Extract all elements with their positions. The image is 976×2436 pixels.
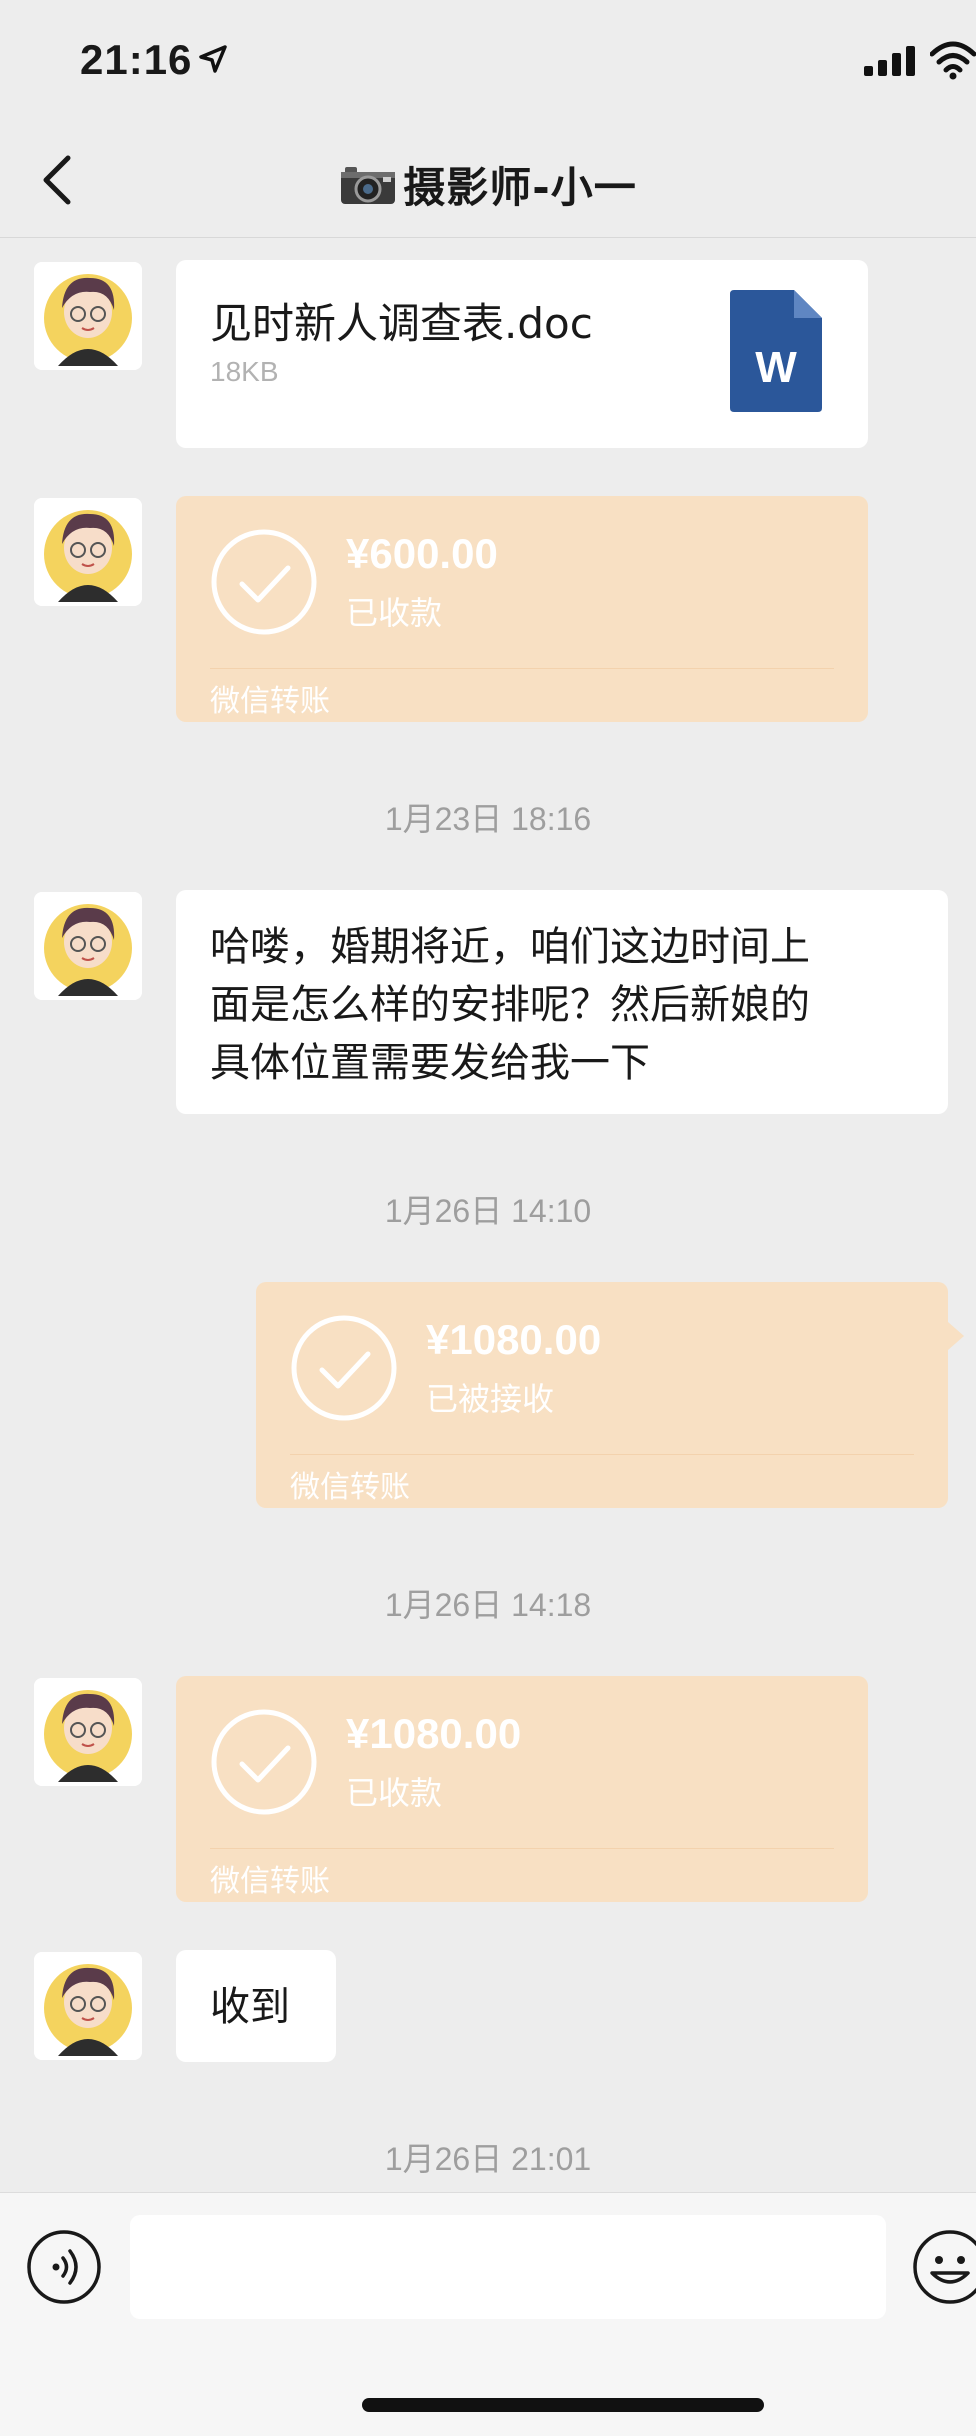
transfer-message-sent[interactable]: ¥1080.00 已被接收 微信转账 [256, 1282, 948, 1508]
chat-title: 摄影师-小一 [0, 154, 976, 215]
transfer-message-received[interactable]: ¥1080.00 已收款 微信转账 [176, 1676, 868, 1902]
status-bar: 21:16 [0, 0, 976, 120]
location-arrow-icon [199, 45, 227, 73]
transfer-status: 已收款 [346, 594, 443, 632]
chat-title-text: 摄影师-小一 [403, 163, 637, 212]
contact-avatar[interactable] [34, 892, 142, 1000]
bubble-tail [948, 1322, 964, 1350]
avatar-image [34, 1678, 142, 1786]
message-line: 收到 [210, 1984, 290, 2030]
timestamp: 1月23日 18:16 [384, 801, 592, 837]
transfer-divider [210, 668, 834, 669]
file-name: 见时新人调查表.doc [210, 299, 593, 348]
word-icon-letter: W [755, 343, 797, 392]
wifi-icon [930, 41, 976, 80]
avatar-image [34, 892, 142, 1000]
transfer-amount: ¥600.00 [346, 530, 498, 577]
timestamp: 1月26日 14:10 [384, 1193, 592, 1229]
avatar-image [34, 498, 142, 606]
contact-avatar[interactable] [34, 498, 142, 606]
file-size: 18KB [210, 356, 279, 387]
contact-avatar[interactable] [34, 1678, 142, 1786]
message-line: 哈喽，婚期将近，咱们这边时间上 [210, 924, 810, 970]
text-message[interactable]: 哈喽，婚期将近，咱们这边时间上 面是怎么样的安排呢？然后新娘的 具体位置需要发给… [176, 890, 948, 1114]
checkmark-circle-icon [291, 1315, 397, 1421]
transfer-status: 已收款 [346, 1774, 443, 1812]
avatar-image [34, 1952, 142, 2060]
message-line: 具体位置需要发给我一下 [210, 1040, 650, 1086]
file-message[interactable]: 见时新人调查表.doc 18KB W [176, 260, 868, 448]
voice-icon[interactable] [26, 2229, 102, 2305]
transfer-amount: ¥1080.00 [346, 1710, 522, 1757]
message-input[interactable] [130, 2215, 886, 2319]
camera-emoji-icon [341, 167, 396, 204]
avatar-image [34, 262, 142, 370]
home-indicator[interactable] [362, 2398, 764, 2412]
transfer-status: 已被接收 [426, 1380, 555, 1418]
timestamp: 1月26日 14:18 [384, 1587, 592, 1623]
transfer-amount: ¥1080.00 [426, 1316, 602, 1363]
checkmark-circle-icon [211, 1709, 317, 1815]
cellular-signal-icon [864, 46, 915, 76]
transfer-divider [210, 1848, 834, 1849]
message-line: 面是怎么样的安排呢？然后新娘的 [210, 982, 810, 1028]
contact-avatar[interactable] [34, 1952, 142, 2060]
emoji-icon[interactable] [912, 2229, 976, 2305]
contact-avatar[interactable] [34, 262, 142, 370]
word-document-icon: W [730, 290, 822, 412]
timestamp: 1月26日 21:01 [384, 2141, 592, 2177]
transfer-label: 微信转账 [290, 1470, 410, 1505]
checkmark-circle-icon [211, 529, 317, 635]
text-message[interactable]: 收到 [176, 1950, 336, 2062]
transfer-divider [290, 1454, 914, 1455]
status-time: 21:16 [80, 36, 193, 83]
nav-bar: 摄影师-小一 [0, 120, 976, 238]
transfer-message-received[interactable]: ¥600.00 已收款 微信转账 [176, 496, 868, 722]
transfer-label: 微信转账 [210, 1864, 330, 1899]
transfer-label: 微信转账 [210, 684, 330, 719]
